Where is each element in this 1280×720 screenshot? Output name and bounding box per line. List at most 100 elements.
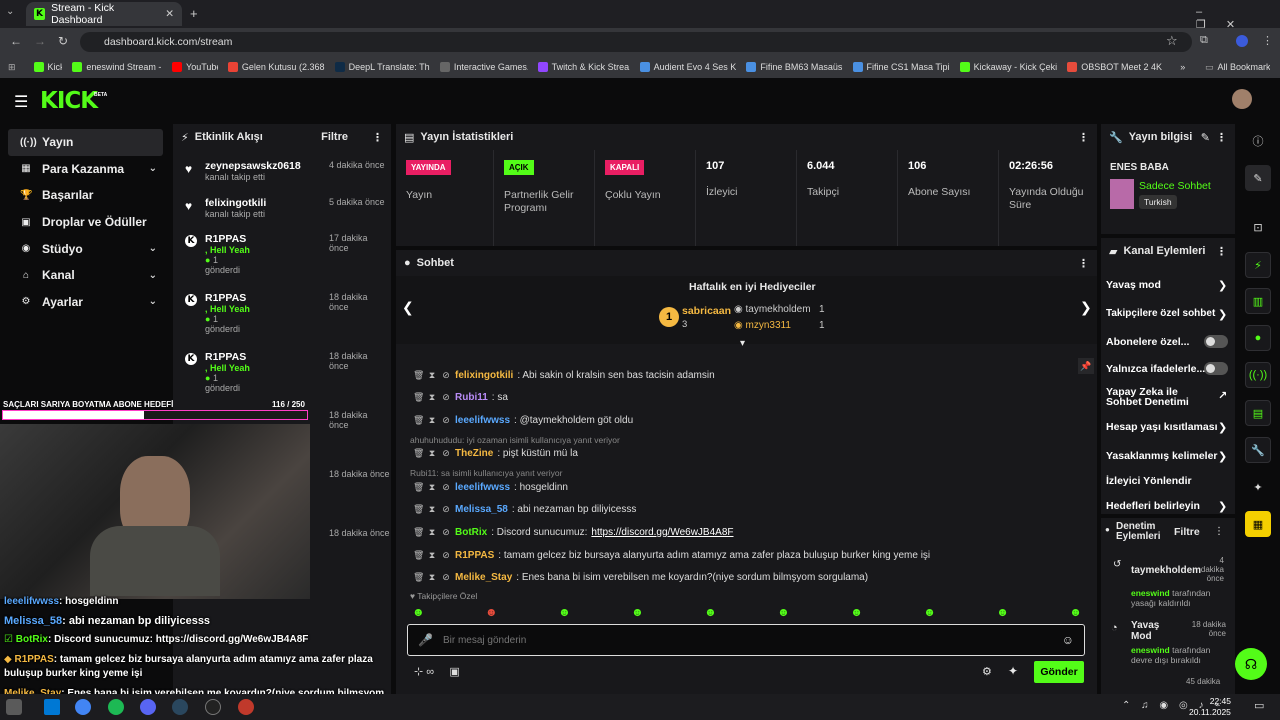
chat-link[interactable]: https://discord.gg/We6wJB4A8F — [591, 527, 733, 538]
more-bookmarks-icon[interactable]: » — [1180, 62, 1185, 72]
chat-username[interactable]: BotRix — [455, 527, 487, 538]
delete-icon[interactable]: 🗑 — [413, 572, 424, 583]
mod-tools-icon[interactable]: ✦ — [1245, 474, 1271, 500]
category-link[interactable]: Sadece Sohbet — [1139, 180, 1211, 192]
sidebar-item-basarilar[interactable]: 🏆 Başarılar — [8, 182, 163, 209]
chat-icon[interactable]: ● — [1245, 325, 1271, 351]
reload-icon[interactable]: ↻ — [58, 34, 68, 48]
emote[interactable]: ☻ — [412, 605, 425, 619]
delete-icon[interactable]: 🗑 — [413, 504, 424, 515]
sidebar-item-droplar[interactable]: ▣ Droplar ve Ödüller — [8, 209, 163, 236]
account-age-item[interactable]: Hesap yaşı kısıtlaması ❯ — [1106, 421, 1227, 434]
clapper-icon[interactable]: ▦ — [1245, 511, 1271, 537]
tag-badge[interactable]: Turkish — [1139, 195, 1177, 209]
chat-username[interactable]: felixingotkili — [455, 370, 513, 381]
next-arrow-icon[interactable]: ❯ — [1080, 299, 1092, 316]
bookmark-games[interactable]: Interactive Games... — [439, 62, 528, 72]
discord-icon[interactable] — [140, 699, 156, 715]
emote[interactable]: ☻ — [850, 605, 863, 619]
delete-icon[interactable]: 🗑 — [413, 527, 424, 538]
timeout-icon[interactable]: ⧗ — [427, 550, 437, 561]
clipboard-icon[interactable]: ▥ — [1245, 288, 1271, 314]
more-options-icon[interactable]: ⋮ — [1214, 526, 1224, 537]
sidebar-item-yayin[interactable]: ((·)) Yayın — [8, 129, 163, 156]
sidebar-item-studyo[interactable]: ◉ Stüdyo ⌄ — [8, 235, 163, 262]
chat-input[interactable] — [442, 634, 1052, 646]
chat-username[interactable]: Rubi11 — [455, 392, 488, 403]
sidebar-item-kanal[interactable]: ⌂ Kanal ⌄ — [8, 262, 163, 289]
emote[interactable]: ☻ — [485, 605, 498, 619]
bookmark-eneswind[interactable]: eneswind Stream -... — [72, 62, 162, 72]
timeout-icon[interactable]: ⧗ — [427, 392, 437, 403]
explorer-icon[interactable] — [44, 699, 60, 715]
subscribers-only-toggle[interactable] — [1204, 335, 1228, 348]
banned-words-item[interactable]: Yasaklanmış kelimeler ❯ — [1106, 450, 1227, 463]
timeout-icon[interactable]: ⧗ — [427, 448, 437, 459]
link-icon[interactable]: ∞ — [426, 666, 434, 678]
pin-chat-icon[interactable]: ⊹ — [414, 666, 423, 678]
bookmark-kickaway[interactable]: Kickaway - Kick Çeki... — [959, 62, 1057, 72]
emotes-only-item[interactable]: Yalnızca ifadelerle... — [1106, 363, 1205, 375]
bookmark-gmail[interactable]: Gelen Kutusu (2.368... — [227, 62, 325, 72]
kick-logo[interactable]: KICK — [40, 88, 98, 114]
delete-icon[interactable]: 🗑 — [413, 550, 424, 561]
raid-item[interactable]: İzleyici Yönlendir — [1106, 475, 1192, 487]
ban-icon[interactable]: ⊘ — [441, 392, 451, 403]
steam-icon[interactable] — [172, 699, 188, 715]
followers-only-item[interactable]: Takipçilere özel sohbet ❯ — [1106, 308, 1227, 321]
chat-username[interactable]: R1PPAS — [455, 550, 494, 561]
tab-search-icon[interactable]: ⌄ — [6, 6, 14, 17]
delete-icon[interactable]: 🗑 — [413, 482, 424, 493]
url-field[interactable]: dashboard.kick.com/stream — [80, 32, 1192, 52]
emote[interactable]: ☻ — [558, 605, 571, 619]
microphone-icon[interactable]: 🎤 — [418, 633, 433, 647]
tab-close-icon[interactable]: ✕ — [165, 8, 174, 20]
notification-icon[interactable]: ▭ — [1254, 699, 1264, 712]
bookmark-deepl[interactable]: DeepL Translate: Th... — [334, 62, 430, 72]
lightning-icon[interactable]: ⚡ — [1245, 252, 1271, 278]
app-icon[interactable] — [205, 699, 221, 715]
wrench-icon[interactable]: 🔧 — [1245, 437, 1271, 463]
delete-icon[interactable]: 🗑 — [413, 370, 424, 381]
more-options-icon[interactable]: ⋮ — [1078, 257, 1089, 270]
menu-icon[interactable]: ⋮ — [1262, 34, 1273, 47]
timeout-icon[interactable]: ⧗ — [427, 527, 437, 538]
timeout-icon[interactable]: ⧗ — [427, 415, 437, 426]
emote[interactable]: ☻ — [631, 605, 644, 619]
bookmark-fifine-cs1[interactable]: Fifine CS1 Masa Tipi... — [852, 62, 950, 72]
chest-icon[interactable]: ▣ — [449, 666, 459, 678]
obs-icon[interactable] — [238, 699, 254, 715]
emote[interactable]: ☻ — [1069, 605, 1082, 619]
ban-icon[interactable]: ⊘ — [441, 482, 451, 493]
chat-username[interactable]: leeelifwwss — [455, 482, 510, 493]
mod-filter-button[interactable]: Filtre — [1174, 526, 1200, 538]
ai-moderation-item[interactable]: Yapay Zeka ile Sohbet Denetimi ↗ — [1106, 387, 1227, 408]
all-bookmarks[interactable]: ▭ All Bookmarks — [1205, 62, 1270, 73]
emote[interactable]: ☻ — [996, 605, 1009, 619]
ban-icon[interactable]: ⊘ — [441, 370, 451, 381]
bookmark-twitch-kick[interactable]: Twitch & Kick Strea... — [537, 62, 630, 72]
settings-icon[interactable]: ⚙ — [982, 665, 992, 678]
spotify-icon[interactable] — [108, 699, 124, 715]
profile-avatar[interactable] — [1236, 35, 1248, 47]
new-tab-icon[interactable]: + — [190, 6, 198, 21]
ban-icon[interactable]: ⊘ — [441, 504, 451, 515]
bookmark-kick[interactable]: Kick — [33, 62, 62, 72]
more-options-icon[interactable]: ⋮ — [372, 131, 383, 144]
timeout-icon[interactable]: ⧗ — [427, 504, 437, 515]
bookmark-star-icon[interactable]: ☆ — [1166, 33, 1178, 49]
emote[interactable]: ☻ — [923, 605, 936, 619]
broadcast-icon[interactable]: ((·)) — [1245, 362, 1271, 388]
more-options-icon[interactable]: ⋮ — [1216, 131, 1227, 144]
delete-icon[interactable]: 🗑 — [413, 392, 424, 403]
event-filter-button[interactable]: Filtre — [321, 131, 348, 143]
ban-icon[interactable]: ⊘ — [441, 572, 451, 583]
chrome-icon[interactable] — [75, 699, 91, 715]
ban-icon[interactable]: ⊘ — [441, 415, 451, 426]
delete-icon[interactable]: 🗑 — [413, 448, 424, 459]
bookmark-youtube[interactable]: YouTube — [172, 62, 218, 72]
collapse-icon[interactable]: ▾ — [740, 338, 745, 349]
timeout-icon[interactable]: ⧗ — [427, 482, 437, 493]
chat-username[interactable]: leeelifwwss — [455, 415, 510, 426]
camera-icon[interactable]: ⊡ — [1245, 214, 1271, 240]
